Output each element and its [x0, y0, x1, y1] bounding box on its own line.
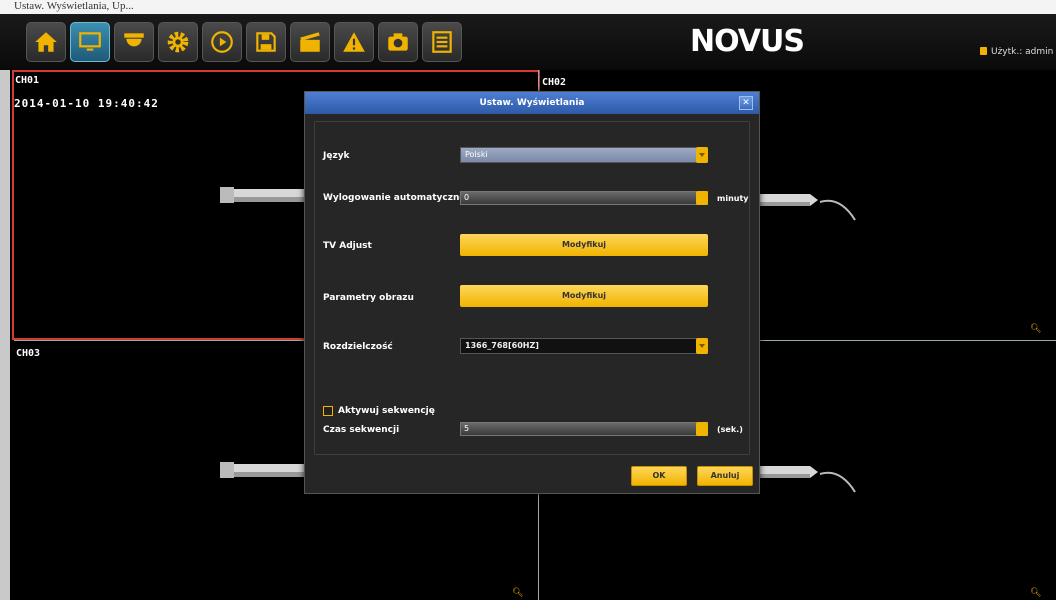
alarm-button[interactable] — [334, 22, 374, 62]
sequence-time-slider[interactable]: 5 — [460, 422, 708, 436]
language-value: Polski — [465, 150, 488, 159]
user-indicator[interactable]: Użytk.: admin — [980, 47, 1053, 57]
chevron-down-icon — [696, 147, 708, 163]
resolution-label: Rozdzielczość — [323, 342, 393, 352]
camera-dome-icon — [124, 33, 144, 47]
sequence-checkbox-label: Aktywuj sekwencję — [338, 406, 435, 416]
chevron-down-icon — [696, 338, 708, 354]
user-label: Użytk.: admin — [991, 47, 1054, 57]
warning-icon — [343, 32, 365, 52]
lock-icon — [980, 47, 987, 55]
autologout-unit: minuty — [717, 194, 749, 203]
camera-image-ch04 — [760, 466, 856, 493]
sequence-time-value: 5 — [464, 424, 470, 433]
resolution-select[interactable]: 1366_768[60HZ] — [460, 338, 708, 354]
home-icon — [35, 32, 57, 52]
channel-label-ch02: CH02 — [542, 77, 567, 88]
zoom-icon[interactable]: 🔍︎ — [512, 588, 523, 598]
dialog-body: Język Polski Wylogowanie automatyczne 0 … — [314, 121, 750, 455]
playback-button[interactable] — [202, 22, 242, 62]
screen-edge — [0, 70, 10, 600]
dialog-title: Ustaw. Wyświetlania — [305, 92, 759, 114]
zoom-icon[interactable]: 🔍︎ — [1030, 588, 1041, 598]
close-button[interactable]: ✕ — [739, 96, 753, 110]
camera-image-ch03 — [220, 462, 310, 478]
autologout-slider[interactable]: 0 — [460, 191, 708, 205]
sequence-time-unit: (sek.) — [717, 425, 743, 434]
list-icon — [432, 31, 452, 53]
photo-camera-icon — [388, 33, 408, 51]
slider-handle[interactable] — [696, 191, 708, 205]
channel-label-ch01: CH01 — [15, 75, 40, 86]
camera-image-ch01 — [220, 187, 310, 203]
caption-text: Ustaw. Wyświetlania, Up... — [14, 0, 134, 12]
display-button[interactable] — [70, 22, 110, 62]
save-icon — [256, 32, 276, 52]
display-settings-dialog: Ustaw. Wyświetlania ✕ Język Polski Wylog… — [304, 91, 760, 494]
log-button[interactable] — [422, 22, 462, 62]
play-icon — [211, 31, 233, 53]
camera-image-ch02 — [760, 194, 856, 221]
ok-button[interactable]: OK — [631, 466, 687, 486]
sequence-checkbox[interactable] — [323, 406, 333, 416]
resolution-value: 1366_768[60HZ] — [465, 341, 539, 350]
home-button[interactable] — [26, 22, 66, 62]
camera-button[interactable] — [114, 22, 154, 62]
top-toolbar: NOVUS Użytk.: admin — [0, 14, 1056, 70]
caption-strip: Ustaw. Wyświetlania, Up... — [0, 0, 1056, 14]
monitor-icon — [79, 32, 101, 51]
autologout-label: Wylogowanie automatyczne — [323, 193, 466, 203]
language-label: Język — [323, 151, 350, 161]
backup-button[interactable] — [246, 22, 286, 62]
sequence-time-label: Czas sekwencji — [323, 425, 400, 435]
slider-handle[interactable] — [696, 422, 708, 436]
tv-adjust-label: TV Adjust — [323, 241, 372, 251]
cancel-button[interactable]: Anuluj — [697, 466, 753, 486]
tv-adjust-button[interactable]: Modyfikuj — [460, 234, 708, 256]
record-button[interactable] — [290, 22, 330, 62]
settings-button[interactable] — [158, 22, 198, 62]
snapshot-button[interactable] — [378, 22, 418, 62]
zoom-icon[interactable]: 🔍︎ — [1030, 324, 1041, 334]
channel-label-ch03: CH03 — [16, 348, 41, 359]
novus-logo: NOVUS — [690, 23, 805, 59]
close-icon: ✕ — [742, 98, 750, 108]
timestamp: 2014-01-10 19:40:42 — [14, 97, 159, 110]
language-select[interactable]: Polski — [460, 147, 708, 163]
image-params-label: Parametry obrazu — [323, 293, 414, 303]
clapperboard-icon — [300, 32, 320, 52]
autologout-value: 0 — [464, 193, 470, 202]
image-params-button[interactable]: Modyfikuj — [460, 285, 708, 307]
gear-icon — [167, 31, 189, 53]
